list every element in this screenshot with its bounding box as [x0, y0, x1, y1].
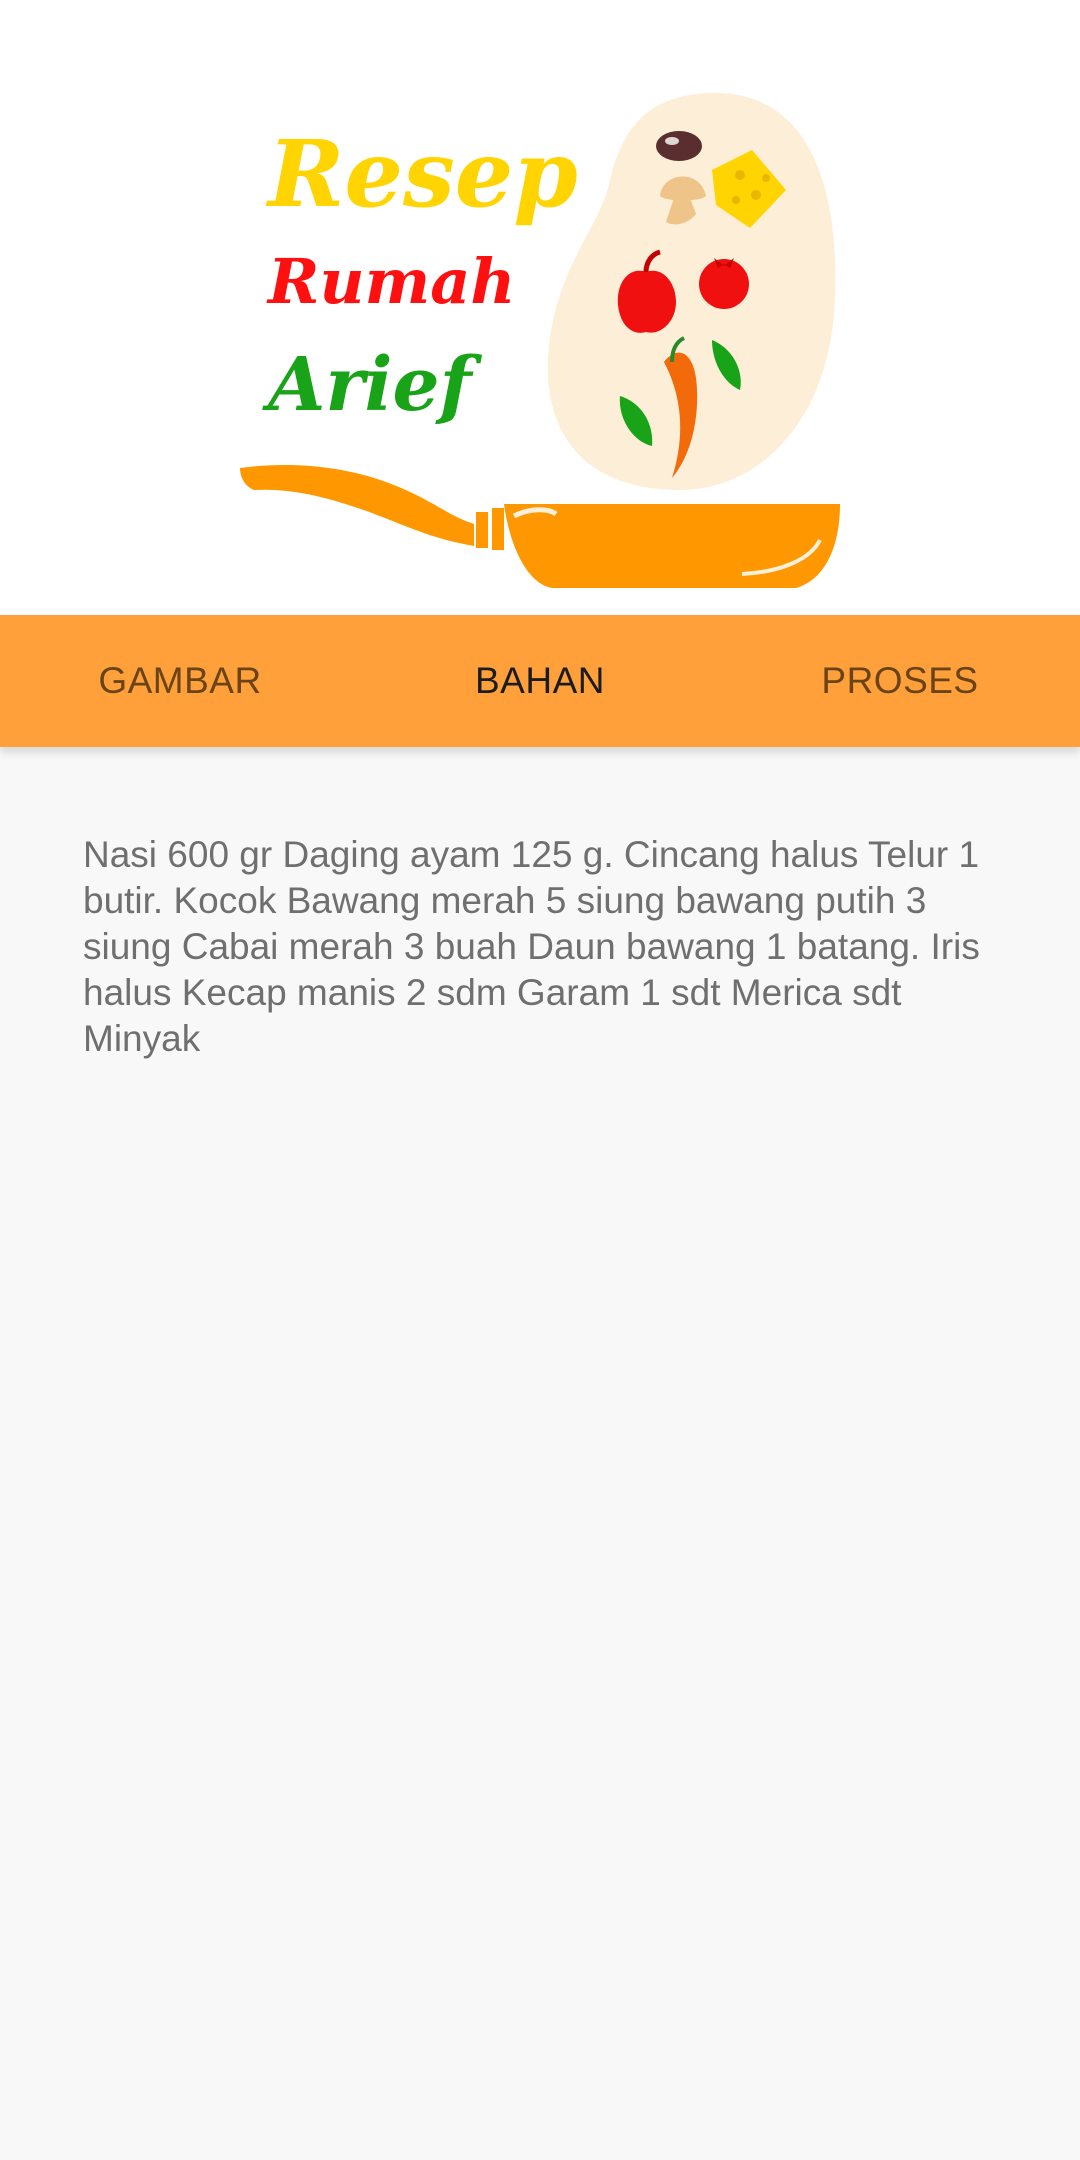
logo-word-resep: Resep	[265, 120, 578, 228]
tab-gambar[interactable]: GAMBAR	[0, 615, 360, 747]
logo-word-rumah: Rumah	[266, 245, 515, 318]
app-logo: Resep Rumah Arief	[240, 92, 840, 588]
header-banner: Resep Rumah Arief	[0, 0, 1080, 615]
olive-icon	[656, 131, 702, 161]
tab-bahan[interactable]: BAHAN	[360, 615, 720, 747]
pan-handle	[240, 465, 474, 546]
ingredients-text: Nasi 600 gr Daging ayam 125 g. Cincang h…	[83, 834, 980, 1059]
logo-word-arief: Arief	[262, 342, 483, 428]
tab-proses[interactable]: PROSES	[720, 615, 1080, 747]
tab-bar: GAMBAR BAHAN PROSES	[0, 615, 1080, 747]
pan-body	[504, 504, 840, 588]
